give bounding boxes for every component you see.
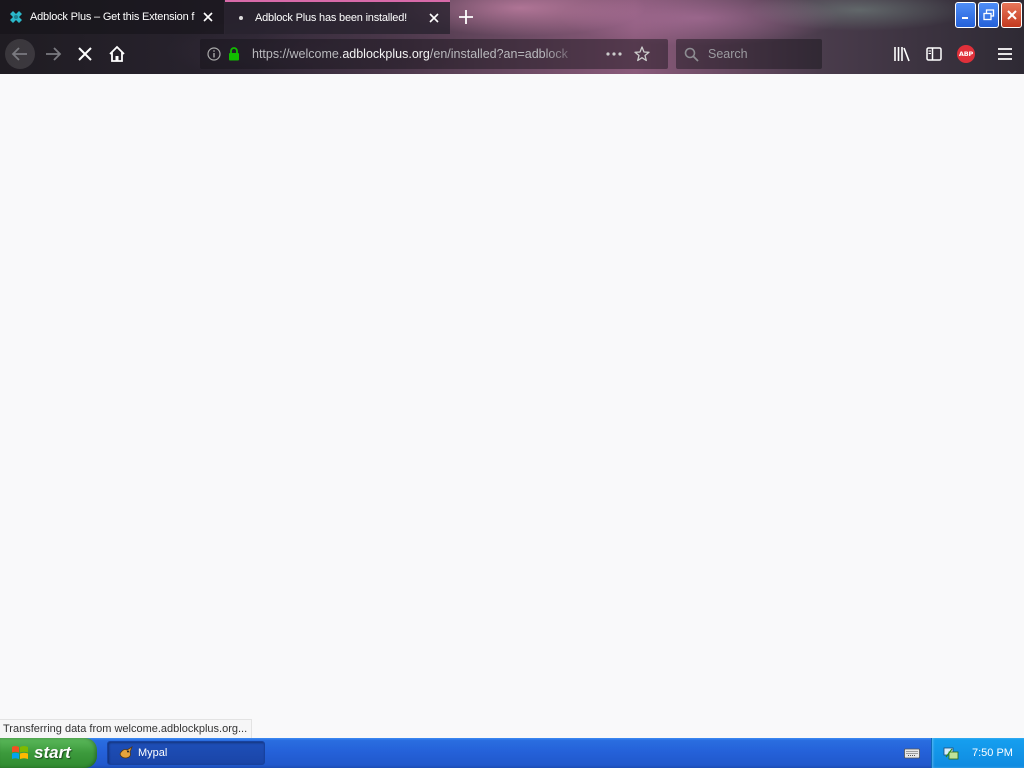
home-button[interactable] [102, 39, 132, 69]
url-host: adblockplus.org [342, 47, 430, 61]
ellipsis-icon [606, 52, 622, 56]
network-connection-icon[interactable] [943, 745, 959, 761]
tab-title: Adblock Plus has been installed! [255, 12, 407, 24]
adblock-plus-button[interactable]: ABP [951, 39, 981, 69]
back-arrow-icon [11, 47, 27, 61]
restore-button[interactable] [978, 2, 999, 28]
status-text: Transferring data from welcome.adblockpl… [0, 719, 253, 738]
keyboard-layout-icon[interactable] [903, 745, 921, 761]
sidebar-toggle-button[interactable] [919, 39, 949, 69]
back-button[interactable] [5, 39, 35, 69]
page-content: Transferring data from welcome.adblockpl… [0, 74, 1024, 738]
close-tab-icon[interactable] [424, 8, 444, 28]
tab-adblock-extension[interactable]: Adblock Plus – Get this Extension f [0, 0, 224, 34]
start-label: start [34, 743, 71, 762]
close-tab-icon[interactable] [198, 7, 218, 27]
minimize-button[interactable] [955, 2, 976, 28]
forward-arrow-icon [46, 47, 62, 61]
site-info-icon[interactable] [205, 47, 223, 61]
abp-badge-icon: ABP [957, 45, 975, 63]
window-controls [955, 2, 1022, 28]
search-icon [684, 47, 700, 62]
taskbar-item-label: Mypal [138, 747, 168, 759]
secure-lock-icon[interactable] [226, 47, 242, 61]
mypal-app-icon [118, 745, 134, 761]
plus-icon [459, 10, 473, 24]
tab-adblock-installed[interactable]: Adblock Plus has been installed! [225, 0, 450, 34]
abp-puzzle-icon [8, 9, 24, 25]
url-text[interactable]: https://welcome.adblockplus.org/en/insta… [252, 47, 584, 61]
clock: 7:50 PM [972, 747, 1013, 759]
star-icon [634, 46, 650, 62]
url-prefix: https://welcome. [252, 47, 343, 61]
address-bar[interactable]: https://welcome.adblockplus.org/en/insta… [200, 39, 668, 69]
close-window-button[interactable] [1001, 2, 1022, 28]
search-input[interactable] [706, 46, 820, 62]
url-path: /en/installed?an=adblock [429, 47, 568, 61]
windows-logo-icon [10, 744, 30, 762]
taskbar-item-mypal[interactable]: Mypal [107, 741, 265, 765]
close-icon [1006, 10, 1017, 20]
tab-title: Adblock Plus – Get this Extension f [30, 11, 195, 23]
tab-strip: Adblock Plus – Get this Extension f Adbl… [0, 0, 1024, 34]
minimize-icon [961, 17, 968, 19]
new-tab-button[interactable] [455, 6, 477, 28]
system-tray: 7:50 PM [931, 738, 1024, 768]
stop-button[interactable] [70, 39, 100, 69]
forward-button[interactable] [38, 39, 68, 69]
bookmark-star-button[interactable] [632, 46, 652, 62]
start-button[interactable]: start [0, 738, 97, 768]
loading-dot-icon [233, 10, 249, 26]
library-icon [894, 47, 910, 62]
open-menu-button[interactable] [990, 39, 1020, 69]
home-icon [109, 45, 125, 62]
navigation-toolbar: https://welcome.adblockplus.org/en/insta… [0, 34, 1024, 74]
sidebar-icon [926, 47, 942, 61]
taskbar: start Mypal 7:50 PM [0, 738, 1024, 768]
restore-icon [982, 9, 994, 21]
page-actions-button[interactable] [604, 52, 624, 56]
hamburger-menu-icon [998, 48, 1012, 60]
stop-icon [78, 47, 92, 61]
browser-chrome: Adblock Plus – Get this Extension f Adbl… [0, 0, 1024, 74]
library-button[interactable] [887, 39, 917, 69]
search-bar[interactable] [676, 39, 822, 69]
